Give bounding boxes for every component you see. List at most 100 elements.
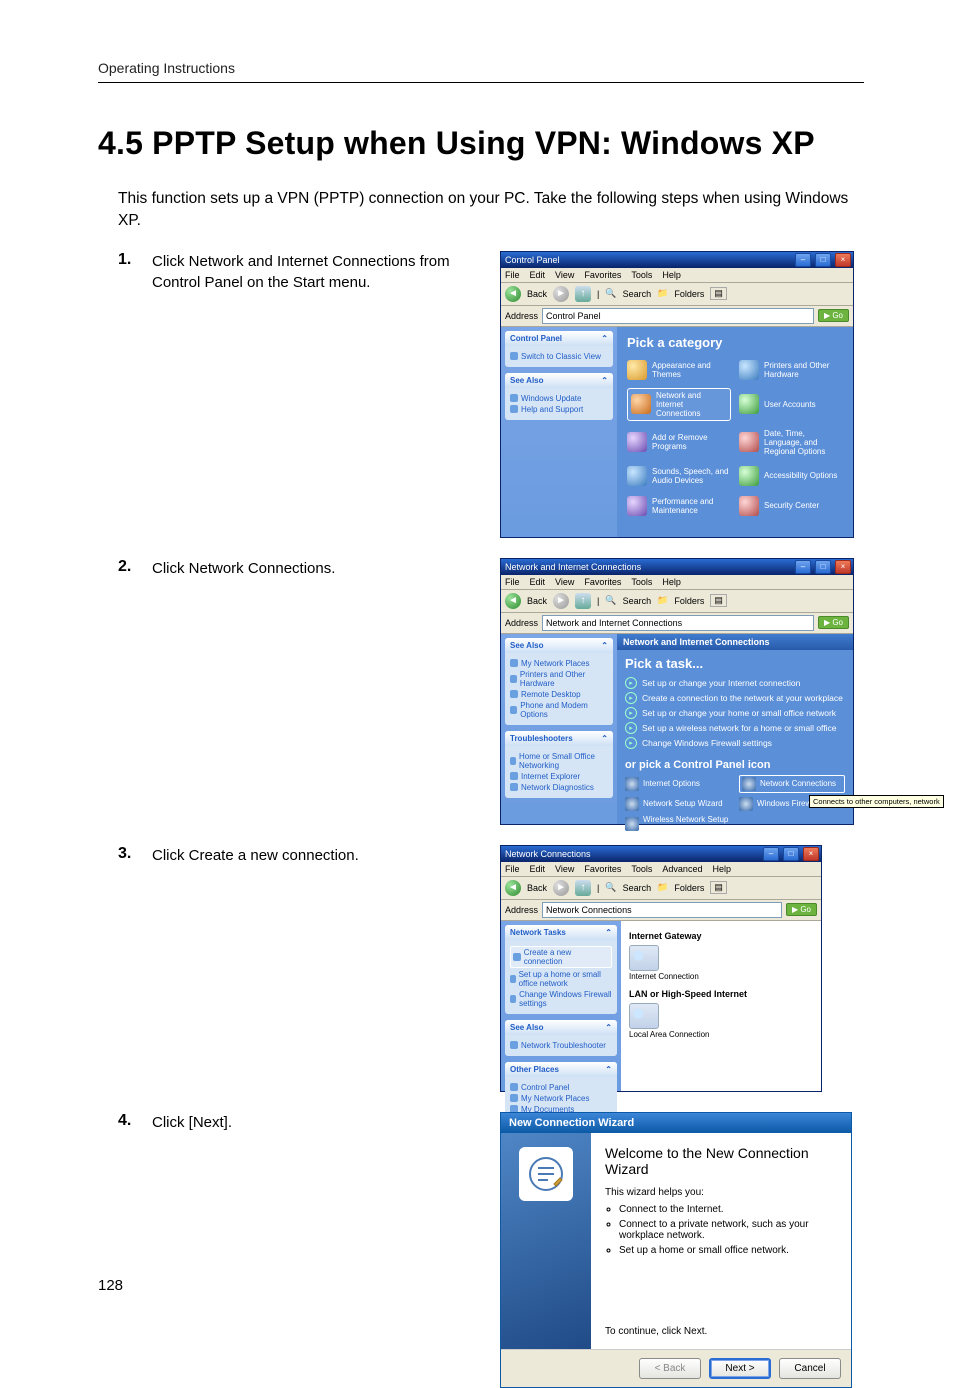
collapse-icon[interactable]: ⌃ — [601, 376, 608, 385]
sidebar-item[interactable]: Home or Small Office Networking — [510, 752, 608, 770]
minimize-button[interactable]: – — [795, 253, 811, 267]
menu-edit[interactable]: Edit — [530, 270, 546, 280]
collapse-icon[interactable]: ⌃ — [605, 1023, 612, 1032]
category-appearance[interactable]: Appearance and Themes — [627, 358, 731, 382]
close-button[interactable]: × — [835, 560, 851, 574]
menu-help[interactable]: Help — [712, 864, 731, 874]
menu-help[interactable]: Help — [662, 577, 681, 587]
task-link[interactable]: ▸Set up or change your home or small off… — [625, 707, 845, 719]
up-icon[interactable]: ↑ — [575, 593, 591, 609]
menu-help[interactable]: Help — [662, 270, 681, 280]
task-link[interactable]: ▸Set up or change your Internet connecti… — [625, 677, 845, 689]
task-link[interactable]: ▸Create a connection to the network at y… — [625, 692, 845, 704]
search-label[interactable]: Search — [623, 596, 652, 606]
menu-view[interactable]: View — [555, 577, 574, 587]
views-icon[interactable]: ▤ — [710, 881, 727, 894]
sidebar-item[interactable]: Change Windows Firewall settings — [510, 990, 612, 1008]
folders-icon[interactable]: 📁 — [657, 595, 668, 606]
go-button[interactable]: ▶ Go — [786, 903, 817, 916]
sidebar-item[interactable]: Printers and Other Hardware — [510, 670, 608, 688]
search-icon[interactable]: 🔍 — [605, 288, 616, 299]
connection-item[interactable]: Local Area Connection — [629, 1003, 813, 1039]
menu-edit[interactable]: Edit — [530, 864, 546, 874]
menu-tools[interactable]: Tools — [631, 864, 652, 874]
search-label[interactable]: Search — [623, 289, 652, 299]
address-input[interactable] — [542, 902, 782, 918]
sidebar-item-windows-update[interactable]: Windows Update — [510, 394, 608, 403]
category-accessibility[interactable]: Accessibility Options — [739, 464, 843, 488]
menu-bar[interactable]: File Edit View Favorites Tools Advanced … — [501, 862, 821, 877]
connection-item[interactable]: Internet Connection — [629, 945, 813, 981]
address-input[interactable] — [542, 615, 814, 631]
folders-label[interactable]: Folders — [674, 883, 704, 893]
maximize-button[interactable]: □ — [815, 560, 831, 574]
sidebar-item[interactable]: My Network Places — [510, 1094, 612, 1103]
cancel-button[interactable]: Cancel — [779, 1358, 841, 1379]
folders-label[interactable]: Folders — [674, 289, 704, 299]
search-label[interactable]: Search — [623, 883, 652, 893]
menu-file[interactable]: File — [505, 577, 520, 587]
sidebar-item-classic-view[interactable]: Switch to Classic View — [510, 352, 608, 361]
views-icon[interactable]: ▤ — [710, 594, 727, 607]
menu-favorites[interactable]: Favorites — [584, 864, 621, 874]
task-link[interactable]: ▸Change Windows Firewall settings — [625, 737, 845, 749]
sidebar-item[interactable]: Network Diagnostics — [510, 783, 608, 792]
sidebar-item[interactable]: Internet Explorer — [510, 772, 608, 781]
up-icon[interactable]: ↑ — [575, 286, 591, 302]
cp-icon-firewall[interactable]: Windows Firewall Connects to other compu… — [739, 797, 845, 811]
collapse-icon[interactable]: ⌃ — [601, 734, 608, 743]
collapse-icon[interactable]: ⌃ — [601, 641, 608, 650]
close-button[interactable]: × — [803, 847, 819, 861]
views-icon[interactable]: ▤ — [710, 287, 727, 300]
sidebar-item[interactable]: Network Troubleshooter — [510, 1041, 612, 1050]
menu-view[interactable]: View — [555, 270, 574, 280]
collapse-icon[interactable]: ⌃ — [605, 1065, 612, 1074]
category-printers[interactable]: Printers and Other Hardware — [739, 358, 843, 382]
folders-icon[interactable]: 📁 — [657, 288, 668, 299]
collapse-icon[interactable]: ⌃ — [605, 928, 612, 937]
cp-icon-internet-options[interactable]: Internet Options — [625, 775, 731, 793]
category-add-remove[interactable]: Add or Remove Programs — [627, 427, 731, 458]
cp-icon-wireless[interactable]: Wireless Network Setup Wizard — [625, 815, 731, 833]
back-icon[interactable]: ◄ — [505, 593, 521, 609]
forward-icon[interactable]: ► — [553, 593, 569, 609]
folders-label[interactable]: Folders — [674, 596, 704, 606]
maximize-button[interactable]: □ — [783, 847, 799, 861]
sidebar-item[interactable]: Remote Desktop — [510, 690, 608, 699]
sidebar-item[interactable]: Set up a home or small office network — [510, 970, 612, 988]
menu-advanced[interactable]: Advanced — [662, 864, 702, 874]
back-label[interactable]: Back — [527, 289, 547, 299]
minimize-button[interactable]: – — [795, 560, 811, 574]
next-button[interactable]: Next > — [709, 1358, 771, 1379]
close-button[interactable]: × — [835, 253, 851, 267]
task-link[interactable]: ▸Set up a wireless network for a home or… — [625, 722, 845, 734]
sidebar-item[interactable]: Control Panel — [510, 1083, 612, 1092]
category-date-time[interactable]: Date, Time, Language, and Regional Optio… — [739, 427, 843, 458]
menu-file[interactable]: File — [505, 270, 520, 280]
search-icon[interactable]: 🔍 — [605, 882, 616, 893]
sidebar-item-help[interactable]: Help and Support — [510, 405, 608, 414]
menu-favorites[interactable]: Favorites — [584, 577, 621, 587]
menu-bar[interactable]: File Edit View Favorites Tools Help — [501, 575, 853, 590]
category-sounds[interactable]: Sounds, Speech, and Audio Devices — [627, 464, 731, 488]
menu-edit[interactable]: Edit — [530, 577, 546, 587]
category-performance[interactable]: Performance and Maintenance — [627, 494, 731, 518]
up-icon[interactable]: ↑ — [575, 880, 591, 896]
menu-view[interactable]: View — [555, 864, 574, 874]
maximize-button[interactable]: □ — [815, 253, 831, 267]
go-button[interactable]: ▶ Go — [818, 309, 849, 322]
sidebar-item[interactable]: My Network Places — [510, 659, 608, 668]
search-icon[interactable]: 🔍 — [605, 595, 616, 606]
menu-favorites[interactable]: Favorites — [584, 270, 621, 280]
menu-tools[interactable]: Tools — [631, 577, 652, 587]
cp-icon-setup-wizard[interactable]: Network Setup Wizard — [625, 797, 731, 811]
address-input[interactable] — [542, 308, 814, 324]
minimize-button[interactable]: – — [763, 847, 779, 861]
cp-icon-network-connections[interactable]: Network Connections — [739, 775, 845, 793]
collapse-icon[interactable]: ⌃ — [601, 334, 608, 343]
go-button[interactable]: ▶ Go — [818, 616, 849, 629]
menu-bar[interactable]: File Edit View Favorites Tools Help — [501, 268, 853, 283]
menu-file[interactable]: File — [505, 864, 520, 874]
menu-tools[interactable]: Tools — [631, 270, 652, 280]
sidebar-item-create-connection[interactable]: Create a new connection — [510, 946, 612, 968]
